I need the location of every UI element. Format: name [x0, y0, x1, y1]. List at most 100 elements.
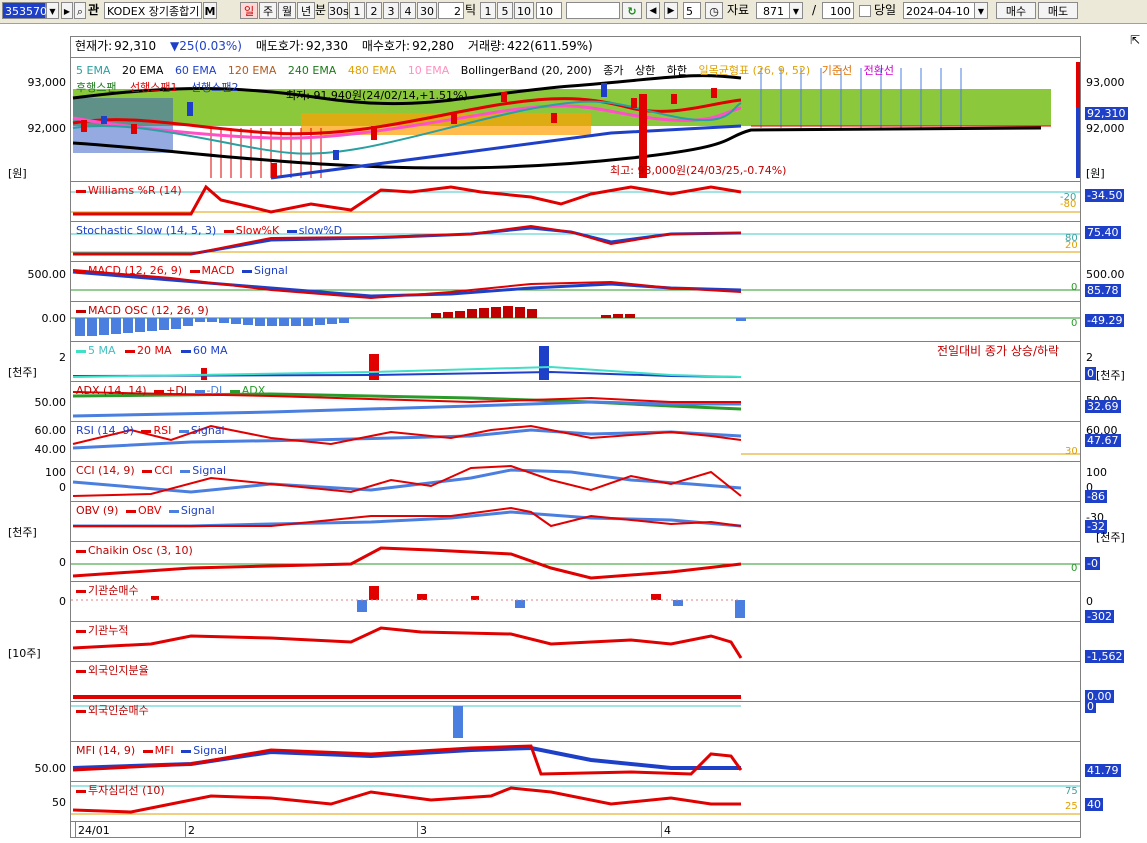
code-dropdown-icon[interactable]: ▼: [46, 2, 59, 19]
data-total-input[interactable]: 100: [822, 2, 854, 19]
date-field[interactable]: 2024-04-10: [903, 2, 975, 19]
blank-input[interactable]: [566, 2, 620, 19]
volume-bar-red: [369, 354, 379, 380]
data-count-dropdown-icon[interactable]: ▼: [789, 2, 803, 19]
period-4-button[interactable]: 4: [400, 2, 416, 19]
obv-unit-left: [천주]: [8, 526, 37, 539]
adx-b-swatch: [194, 389, 205, 393]
inst-axis-right: 0: [1086, 595, 1093, 608]
low-annotation: 최저: 91,940원(24/02/14,+1.51%): [286, 89, 468, 102]
cci-axis-left-0: 0: [59, 481, 66, 494]
macdosc-legend: MACD OSC (12, 26, 9): [76, 305, 209, 317]
instcum-legend-swatch: [76, 629, 86, 633]
period-week-button[interactable]: 주: [259, 2, 277, 19]
stock-code-input[interactable]: 353570: [2, 2, 47, 19]
search-icon[interactable]: ⌕: [74, 2, 86, 19]
mfi-a-label: MFI: [154, 744, 174, 757]
date-dropdown-icon[interactable]: ▼: [974, 2, 988, 19]
refresh-icon[interactable]: ↻: [622, 2, 642, 19]
adx-c-swatch: [229, 389, 240, 393]
period-3-button[interactable]: 3: [383, 2, 399, 19]
legend-ema10: 10 EMA: [407, 64, 450, 77]
williams-value-box: -34.50: [1085, 189, 1125, 202]
foreignnet-legend: 외국인순매수: [76, 705, 149, 717]
m-button[interactable]: M: [203, 2, 217, 19]
instcum-legend: 기관누적: [76, 625, 128, 637]
volume-ma60-swatch: [181, 349, 192, 353]
mfi-axis-left: 50.00: [34, 762, 67, 775]
period-day-button[interactable]: 일: [240, 2, 258, 19]
period-year-button[interactable]: 년: [297, 2, 315, 19]
legend-leading-span1: 선행스팬1: [129, 81, 178, 94]
obv-a-swatch: [125, 509, 136, 513]
buy-button[interactable]: 매수: [996, 2, 1036, 19]
clock-icon[interactable]: ◷: [705, 2, 723, 19]
tick-5-button[interactable]: 5: [497, 2, 513, 19]
legend-lagging-span: 후행스팬: [76, 81, 117, 94]
period-30s-button[interactable]: 30s: [328, 2, 349, 19]
volume-note: 전일대비 종가 상승/하락: [937, 344, 1060, 358]
step-input[interactable]: 5: [683, 2, 701, 19]
stoch-value-box: 75.40: [1085, 226, 1121, 239]
psy-legend-label: 투자심리선 (10): [88, 784, 165, 797]
price-axis-right-93000: 93,000: [1086, 76, 1125, 89]
cci-value-box: -86: [1085, 490, 1107, 503]
instcum-legend-label: 기관누적: [88, 624, 129, 637]
price-unit-left: [원]: [8, 167, 27, 180]
obv-unit-right: [천주]: [1096, 531, 1125, 544]
today-checkbox[interactable]: [859, 5, 871, 17]
rsi-b-label: Signal: [190, 424, 225, 437]
volume-value: 422(611.59%): [507, 39, 593, 53]
stoch-legend: Stochastic Slow (14, 5, 3) Slow%K slow%D: [76, 225, 342, 237]
rsi-axis-right-30: 30: [1065, 446, 1078, 457]
macd-value-box: 85.78: [1085, 284, 1121, 297]
rsi-a-label: RSI: [153, 424, 172, 437]
instcum-chart-svg: [72, 626, 743, 659]
tick-input[interactable]: 2: [438, 2, 464, 19]
obv-b-swatch: [168, 509, 179, 513]
prev-icon[interactable]: ◀: [646, 2, 660, 19]
foreignratio-legend-label: 외국인지분율: [88, 664, 149, 677]
foreignnet-legend-swatch: [76, 709, 86, 713]
today-label: 당일: [874, 3, 897, 17]
chaikin-legend-swatch: [76, 549, 86, 553]
pin-icon[interactable]: ⇱: [1130, 33, 1140, 47]
quote-info-line: 현재가: 92,310 ▼25(0.03%) 매도호가: 92,330 매수호가: 9…: [75, 38, 603, 54]
current-price-label: 현재가:: [75, 39, 113, 53]
data-count-select[interactable]: 871: [756, 2, 790, 19]
foreignnet-chart-svg: [71, 705, 741, 738]
foreignratio-legend-swatch: [76, 669, 86, 673]
period-30-button[interactable]: 30: [417, 2, 437, 19]
period-1-button[interactable]: 1: [349, 2, 365, 19]
tick-count-input[interactable]: 10: [536, 2, 562, 19]
chaikin-chart-svg: [71, 546, 1080, 580]
mfi-b-label: Signal: [193, 744, 227, 757]
bid-label: 매수호가:: [361, 39, 411, 53]
price-axis-left-93000: 93,000: [27, 76, 67, 89]
macdosc-positive-bars: [431, 306, 635, 318]
legend-bollinger: BollingerBand (20, 200): [460, 64, 592, 77]
period-2-button[interactable]: 2: [366, 2, 382, 19]
tick-1-button[interactable]: 1: [480, 2, 496, 19]
macdosc-chart-svg: [71, 306, 1080, 336]
psy-value-box: 40: [1085, 798, 1103, 811]
tick-10-button[interactable]: 10: [514, 2, 534, 19]
macdosc-value-box: -49.29: [1085, 314, 1125, 327]
adx-axis-left: 50.00: [34, 396, 67, 409]
adx-b-label: -DI: [206, 384, 223, 397]
rsi-legend-label: RSI (14, 9): [76, 424, 134, 437]
next-icon[interactable]: ▶: [664, 2, 678, 19]
search-label[interactable]: 관: [88, 2, 99, 19]
mfi-legend-label: MFI (14, 9): [76, 744, 136, 757]
chaikin-legend: Chaikin Osc (3, 10): [76, 545, 193, 557]
sell-button[interactable]: 매도: [1038, 2, 1078, 19]
legend-ichimoku: 일목균형표 (26, 9, 52): [698, 64, 811, 77]
foreignnet-legend-label: 외국인순매수: [88, 704, 149, 717]
psy-ref-upper: 75: [1065, 786, 1078, 797]
play-icon[interactable]: ▶: [61, 2, 73, 19]
period-month-button[interactable]: 월: [278, 2, 296, 19]
stoch-d-swatch: [286, 229, 297, 233]
adx-c-label: ADX: [241, 384, 266, 397]
williams-chart-svg: [71, 184, 1080, 216]
legend-ema5: 5 EMA: [76, 64, 111, 77]
